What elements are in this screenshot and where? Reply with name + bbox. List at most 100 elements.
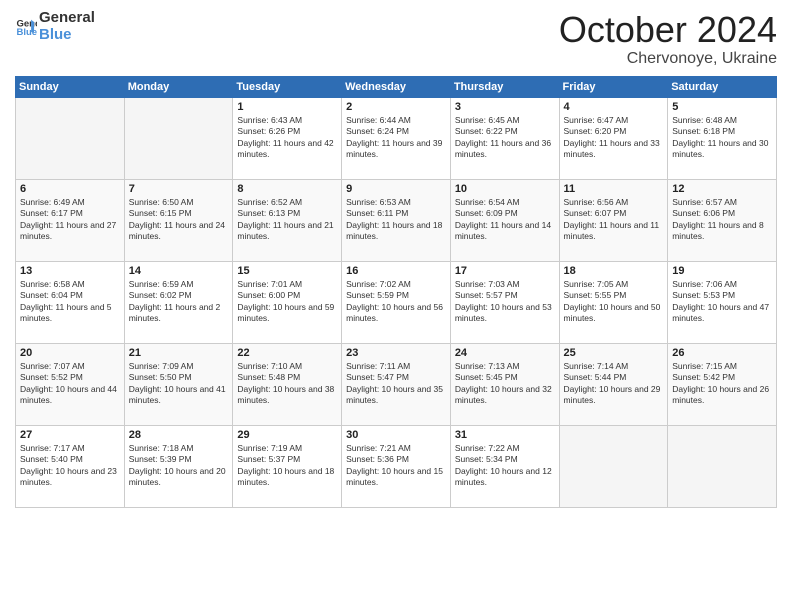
day-number: 6 <box>20 183 120 195</box>
calendar-cell: 9 Sunrise: 6:53 AM Sunset: 6:11 PM Daylig… <box>342 179 451 261</box>
logo: General Blue General Blue <box>15 10 95 43</box>
calendar-cell: 6 Sunrise: 6:49 AM Sunset: 6:17 PM Daylig… <box>16 179 125 261</box>
day-header-tuesday: Tuesday <box>233 76 342 97</box>
calendar-cell: 27 Sunrise: 7:17 AM Sunset: 5:40 PM Dayli… <box>16 425 125 507</box>
day-info: Sunrise: 7:09 AM Sunset: 5:50 PM Dayligh… <box>129 361 229 407</box>
calendar-cell: 29 Sunrise: 7:19 AM Sunset: 5:37 PM Dayli… <box>233 425 342 507</box>
day-info: Sunrise: 7:07 AM Sunset: 5:52 PM Dayligh… <box>20 361 120 407</box>
calendar-cell: 22 Sunrise: 7:10 AM Sunset: 5:48 PM Dayli… <box>233 343 342 425</box>
day-number: 26 <box>672 347 772 359</box>
day-number: 18 <box>564 265 664 277</box>
header: General Blue General Blue October 2024 C… <box>15 10 777 68</box>
day-info: Sunrise: 7:02 AM Sunset: 5:59 PM Dayligh… <box>346 279 446 325</box>
day-number: 22 <box>237 347 337 359</box>
calendar-cell: 11Sunrise: 6:56 AM Sunset: 6:07 PM Dayli… <box>559 179 668 261</box>
day-info: Sunrise: 6:58 AM Sunset: 6:04 PM Dayligh… <box>20 279 120 325</box>
calendar-cell: 26 Sunrise: 7:15 AM Sunset: 5:42 PM Dayli… <box>668 343 777 425</box>
day-number: 10 <box>455 183 555 195</box>
calendar-cell: 31 Sunrise: 7:22 AM Sunset: 5:34 PM Dayli… <box>450 425 559 507</box>
day-number: 9 <box>346 183 446 195</box>
calendar-cell: 21 Sunrise: 7:09 AM Sunset: 5:50 PM Dayli… <box>124 343 233 425</box>
day-number: 17 <box>455 265 555 277</box>
day-header-saturday: Saturday <box>668 76 777 97</box>
day-number: 4 <box>564 101 664 113</box>
day-info: Sunrise: 7:05 AM Sunset: 5:55 PM Dayligh… <box>564 279 664 325</box>
day-number: 1 <box>237 101 337 113</box>
calendar-cell <box>124 97 233 179</box>
calendar-cell: 25Sunrise: 7:14 AM Sunset: 5:44 PM Dayli… <box>559 343 668 425</box>
week-row-2: 6 Sunrise: 6:49 AM Sunset: 6:17 PM Daylig… <box>16 179 777 261</box>
day-number: 13 <box>20 265 120 277</box>
day-info: Sunrise: 6:44 AM Sunset: 6:24 PM Dayligh… <box>346 115 446 161</box>
calendar-cell: 15 Sunrise: 7:01 AM Sunset: 6:00 PM Dayli… <box>233 261 342 343</box>
day-number: 29 <box>237 429 337 441</box>
day-number: 27 <box>20 429 120 441</box>
day-header-thursday: Thursday <box>450 76 559 97</box>
day-info: Sunrise: 6:45 AM Sunset: 6:22 PM Dayligh… <box>455 115 555 161</box>
day-info: Sunrise: 6:53 AM Sunset: 6:11 PM Dayligh… <box>346 197 446 243</box>
day-info: Sunrise: 6:47 AM Sunset: 6:20 PM Dayligh… <box>564 115 664 161</box>
day-info: Sunrise: 6:54 AM Sunset: 6:09 PM Dayligh… <box>455 197 555 243</box>
day-number: 23 <box>346 347 446 359</box>
day-number: 3 <box>455 101 555 113</box>
day-number: 11 <box>564 183 664 195</box>
day-info: Sunrise: 6:50 AM Sunset: 6:15 PM Dayligh… <box>129 197 229 243</box>
calendar-cell: 20 Sunrise: 7:07 AM Sunset: 5:52 PM Dayli… <box>16 343 125 425</box>
calendar-cell: 2 Sunrise: 6:44 AM Sunset: 6:24 PM Daylig… <box>342 97 451 179</box>
calendar-cell: 24Sunrise: 7:13 AM Sunset: 5:45 PM Dayli… <box>450 343 559 425</box>
day-info: Sunrise: 7:13 AM Sunset: 5:45 PM Dayligh… <box>455 361 555 407</box>
day-number: 15 <box>237 265 337 277</box>
day-info: Sunrise: 6:52 AM Sunset: 6:13 PM Dayligh… <box>237 197 337 243</box>
day-info: Sunrise: 6:48 AM Sunset: 6:18 PM Dayligh… <box>672 115 772 161</box>
calendar-cell: 13 Sunrise: 6:58 AM Sunset: 6:04 PM Dayli… <box>16 261 125 343</box>
day-info: Sunrise: 7:14 AM Sunset: 5:44 PM Dayligh… <box>564 361 664 407</box>
calendar-table: SundayMondayTuesdayWednesdayThursdayFrid… <box>15 76 777 508</box>
day-info: Sunrise: 7:06 AM Sunset: 5:53 PM Dayligh… <box>672 279 772 325</box>
day-header-sunday: Sunday <box>16 76 125 97</box>
header-row: SundayMondayTuesdayWednesdayThursdayFrid… <box>16 76 777 97</box>
calendar-cell: 30Sunrise: 7:21 AM Sunset: 5:36 PM Dayli… <box>342 425 451 507</box>
day-number: 31 <box>455 429 555 441</box>
day-info: Sunrise: 7:22 AM Sunset: 5:34 PM Dayligh… <box>455 443 555 489</box>
calendar-cell: 14Sunrise: 6:59 AM Sunset: 6:02 PM Dayli… <box>124 261 233 343</box>
calendar-cell: 23 Sunrise: 7:11 AM Sunset: 5:47 PM Dayli… <box>342 343 451 425</box>
calendar-cell: 28Sunrise: 7:18 AM Sunset: 5:39 PM Dayli… <box>124 425 233 507</box>
calendar-container: General Blue General Blue October 2024 C… <box>0 0 792 612</box>
day-info: Sunrise: 7:03 AM Sunset: 5:57 PM Dayligh… <box>455 279 555 325</box>
day-number: 14 <box>129 265 229 277</box>
calendar-cell: 5Sunrise: 6:48 AM Sunset: 6:18 PM Daylig… <box>668 97 777 179</box>
day-info: Sunrise: 7:10 AM Sunset: 5:48 PM Dayligh… <box>237 361 337 407</box>
day-info: Sunrise: 7:18 AM Sunset: 5:39 PM Dayligh… <box>129 443 229 489</box>
title-block: October 2024 Chervonoye, Ukraine <box>559 10 777 68</box>
calendar-cell: 10 Sunrise: 6:54 AM Sunset: 6:09 PM Dayli… <box>450 179 559 261</box>
day-header-monday: Monday <box>124 76 233 97</box>
day-info: Sunrise: 7:11 AM Sunset: 5:47 PM Dayligh… <box>346 361 446 407</box>
calendar-cell <box>559 425 668 507</box>
month-title: October 2024 <box>559 10 777 50</box>
calendar-cell: 17 Sunrise: 7:03 AM Sunset: 5:57 PM Dayli… <box>450 261 559 343</box>
calendar-cell <box>668 425 777 507</box>
week-row-5: 27 Sunrise: 7:17 AM Sunset: 5:40 PM Dayli… <box>16 425 777 507</box>
calendar-cell: 8Sunrise: 6:52 AM Sunset: 6:13 PM Daylig… <box>233 179 342 261</box>
day-number: 2 <box>346 101 446 113</box>
day-info: Sunrise: 7:19 AM Sunset: 5:37 PM Dayligh… <box>237 443 337 489</box>
logo-line2: Blue <box>39 27 95 44</box>
day-number: 21 <box>129 347 229 359</box>
calendar-cell: 12Sunrise: 6:57 AM Sunset: 6:06 PM Dayli… <box>668 179 777 261</box>
week-row-1: 1Sunrise: 6:43 AM Sunset: 6:26 PM Daylig… <box>16 97 777 179</box>
week-row-4: 20 Sunrise: 7:07 AM Sunset: 5:52 PM Dayli… <box>16 343 777 425</box>
week-row-3: 13 Sunrise: 6:58 AM Sunset: 6:04 PM Dayli… <box>16 261 777 343</box>
calendar-cell: 16Sunrise: 7:02 AM Sunset: 5:59 PM Dayli… <box>342 261 451 343</box>
day-info: Sunrise: 7:01 AM Sunset: 6:00 PM Dayligh… <box>237 279 337 325</box>
day-info: Sunrise: 7:15 AM Sunset: 5:42 PM Dayligh… <box>672 361 772 407</box>
logo-icon: General Blue <box>15 16 37 38</box>
day-number: 20 <box>20 347 120 359</box>
day-info: Sunrise: 6:49 AM Sunset: 6:17 PM Dayligh… <box>20 197 120 243</box>
day-info: Sunrise: 6:57 AM Sunset: 6:06 PM Dayligh… <box>672 197 772 243</box>
calendar-cell: 18 Sunrise: 7:05 AM Sunset: 5:55 PM Dayli… <box>559 261 668 343</box>
day-number: 30 <box>346 429 446 441</box>
calendar-cell: 3 Sunrise: 6:45 AM Sunset: 6:22 PM Daylig… <box>450 97 559 179</box>
logo-line1: General <box>39 10 95 27</box>
day-info: Sunrise: 7:17 AM Sunset: 5:40 PM Dayligh… <box>20 443 120 489</box>
calendar-cell: 19Sunrise: 7:06 AM Sunset: 5:53 PM Dayli… <box>668 261 777 343</box>
